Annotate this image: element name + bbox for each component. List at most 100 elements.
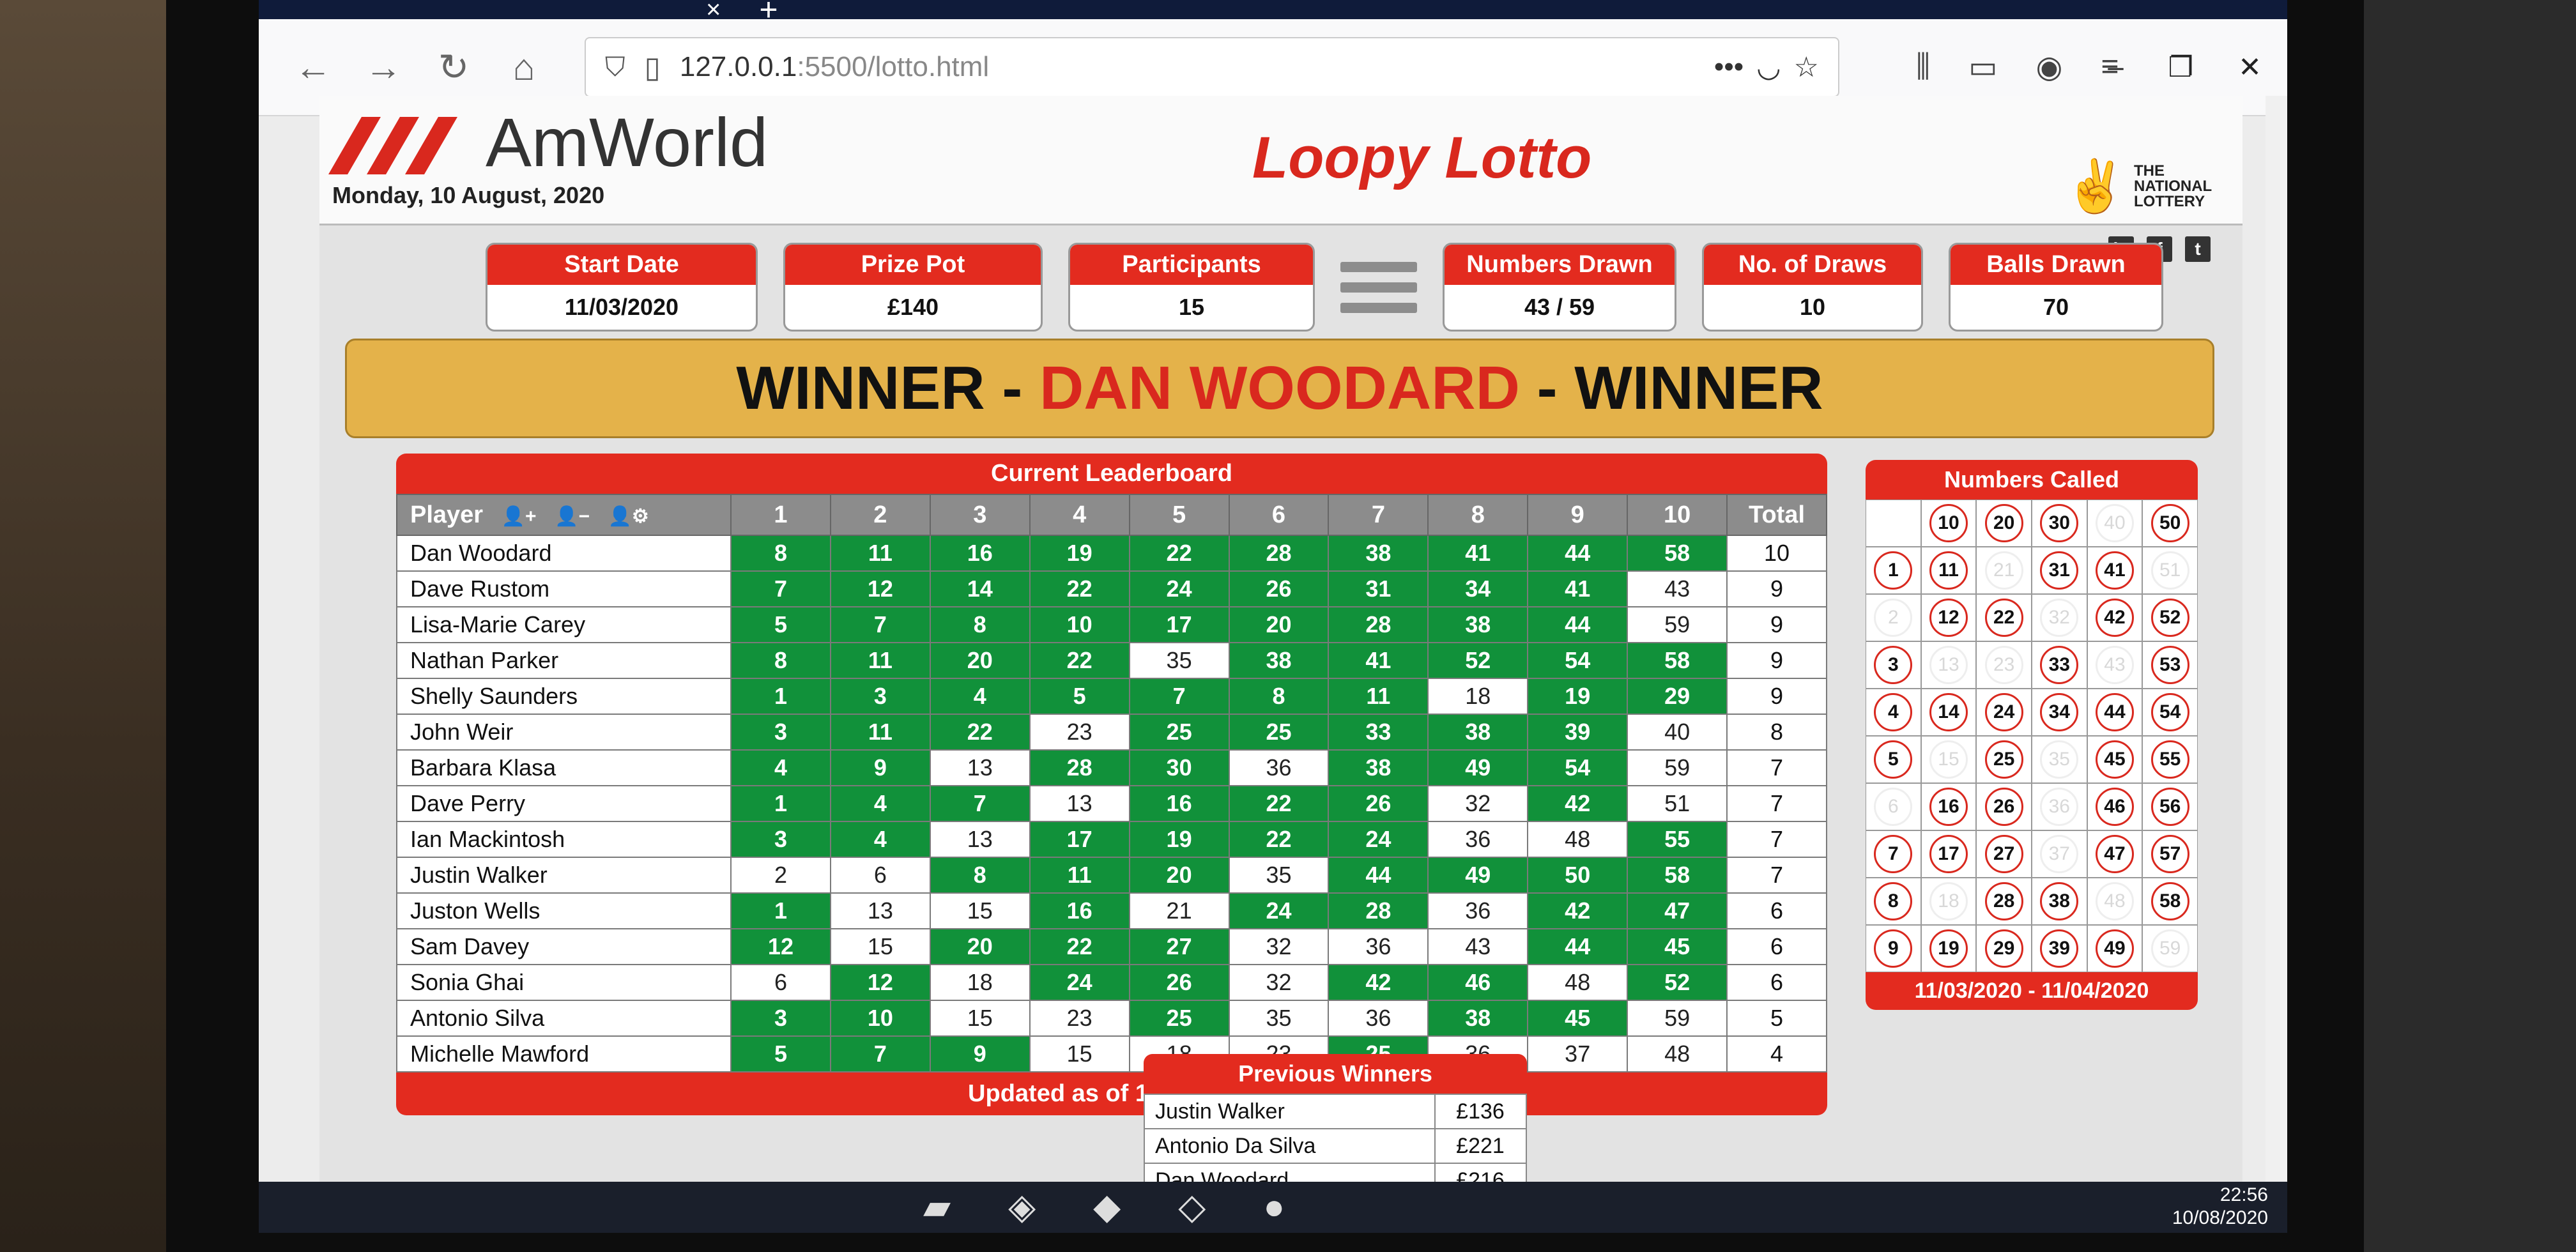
twitter-icon[interactable]: t [2185,236,2211,262]
number-cell: 50 [2142,500,2198,547]
table-row: Antonio Da Silva £221 [1144,1128,1527,1164]
total-cell: 9 [1726,570,1827,607]
number-cell: 45 [2087,736,2143,783]
crossed-fingers-icon: ✌ [2064,158,2128,215]
number-cell: 43 [2087,641,2143,689]
number-cell: 40 [1627,714,1728,751]
number-cell: 22 [1029,642,1130,679]
leaderboard-table: Player 👤+ 👤− 👤⚙ 1 2 3 4 5 6 7 8 9 10 Total Dan Woo… [396,494,1827,1073]
back-icon[interactable]: ← [278,46,348,89]
number-cell: 32 [1427,785,1529,822]
player-name: Antonio Silva [396,1000,732,1037]
page-header: AmWorld Monday, 10 August, 2020 Loopy Lo… [319,96,2242,225]
number-ball: 9 [1874,929,1913,968]
number-ball: 48 [2095,882,2134,920]
add-user-icon[interactable]: 👤+ [502,506,537,527]
sidebar-icon[interactable]: ▭ [1968,49,1997,85]
reload-icon[interactable]: ↻ [418,45,489,89]
cat-icon[interactable]: ● [1263,1186,1285,1228]
number-ball: 39 [2040,929,2079,968]
taskbar-apps: ▰ ◈ ◆ ◇ ● [923,1186,1285,1228]
number-cell: 6 [730,964,831,1001]
number-cell: 42 [1527,785,1629,822]
number-cell: 59 [1627,1000,1728,1037]
number-cell: 19 [1128,821,1230,858]
number-cell: 14 [929,570,1031,607]
number-ball: 34 [2040,693,2079,731]
number-ball: 44 [2095,693,2134,731]
vscode-icon[interactable]: ◈ [1008,1186,1036,1228]
number-cell: 49 [1427,857,1529,894]
number-cell: 16 [1029,892,1130,929]
number-cell: 43 [1427,928,1529,965]
home-icon[interactable]: ⌂ [489,46,559,89]
number-cell: 47 [2087,830,2143,878]
number-cell: 51 [2142,547,2198,594]
draw-header: 2 [829,494,931,536]
total-cell: 7 [1726,857,1827,894]
toolbar-right: ⫼ ▭ ◉ ≡ [1916,49,2119,85]
number-cell: 44 [1527,928,1629,965]
number-cell: 20 [929,928,1031,965]
bookmark-star-icon[interactable]: ☆ [1794,51,1819,84]
number-cell: 22 [1228,821,1330,858]
number-cell: 39 [1527,714,1629,751]
number-cell: 15 [929,892,1031,929]
tab-close-icon[interactable]: × [706,0,721,24]
url-text: 127.0.0.1:5500/lotto.html [679,51,990,82]
number-cell: 53 [2142,641,2198,689]
player-name: John Weir [396,714,732,751]
draw-header: 3 [929,494,1031,536]
account-icon[interactable]: ◉ [2035,49,2062,85]
number-cell: 19 [1920,925,1977,972]
number-cell: 42 [1328,964,1429,1001]
folder-icon[interactable]: ▰ [923,1186,951,1228]
number-cell: 28 [1976,878,2032,925]
user-settings-icon[interactable]: 👤⚙ [608,506,649,527]
number-ball: 52 [2150,599,2189,637]
pocket-icon[interactable]: ◡ [1756,51,1781,84]
number-cell: 11 [1920,547,1977,594]
number-ball: 46 [2095,788,2134,826]
page-actions-icon[interactable]: ••• [1714,51,1744,83]
number-ball: 37 [2040,835,2079,873]
forward-icon[interactable]: → [348,46,418,89]
url-bar[interactable]: ⛉ ▯ 127.0.0.1:5500/lotto.html ••• ◡ ☆ [585,37,1839,97]
close-window-icon[interactable]: ✕ [2238,51,2262,84]
number-cell: 54 [1527,749,1629,786]
number-cell: 1 [730,785,831,822]
number-cell: 36 [1328,928,1429,965]
number-ball: 2 [1874,599,1913,637]
number-cell: 45 [1527,1000,1629,1037]
stat-balls-drawn: Balls Drawn 70 [1949,243,2163,332]
number-cell: 24 [1228,892,1330,929]
table-row: Justin Walker £136 [1144,1094,1527,1129]
remove-user-icon[interactable]: 👤− [555,506,590,527]
hamburger-icon[interactable] [1340,243,1417,313]
brand-name: AmWorld [486,103,769,181]
number-cell: 24 [1128,570,1230,607]
scrollbar[interactable] [2266,96,2287,1182]
new-tab-icon[interactable]: + [759,0,778,28]
restore-icon[interactable]: ❐ [2168,51,2193,84]
number-cell: 39 [2031,925,2087,972]
number-ball: 58 [2150,882,2189,920]
number-cell: 13 [929,821,1031,858]
number-cell: 2 [730,857,831,894]
app-icon[interactable]: ◆ [1093,1186,1121,1228]
minimize-icon[interactable]: – [2108,51,2123,84]
number-cell [1866,500,1921,547]
number-ball: 43 [2095,646,2134,684]
number-cell: 58 [1627,642,1728,679]
number-cell: 35 [1228,857,1330,894]
number-ball: 32 [2040,599,2079,637]
number-ball: 3 [1874,646,1913,684]
number-cell: 20 [1976,500,2032,547]
number-cell: 38 [1328,749,1429,786]
number-cell: 15 [1920,736,1977,783]
game-icon[interactable]: ◇ [1178,1186,1206,1228]
draw-header: 6 [1228,494,1330,536]
previous-winners-title: Previous Winners [1238,1060,1432,1087]
number-cell: 35 [1228,1000,1330,1037]
library-icon[interactable]: ⫼ [1916,49,1930,85]
